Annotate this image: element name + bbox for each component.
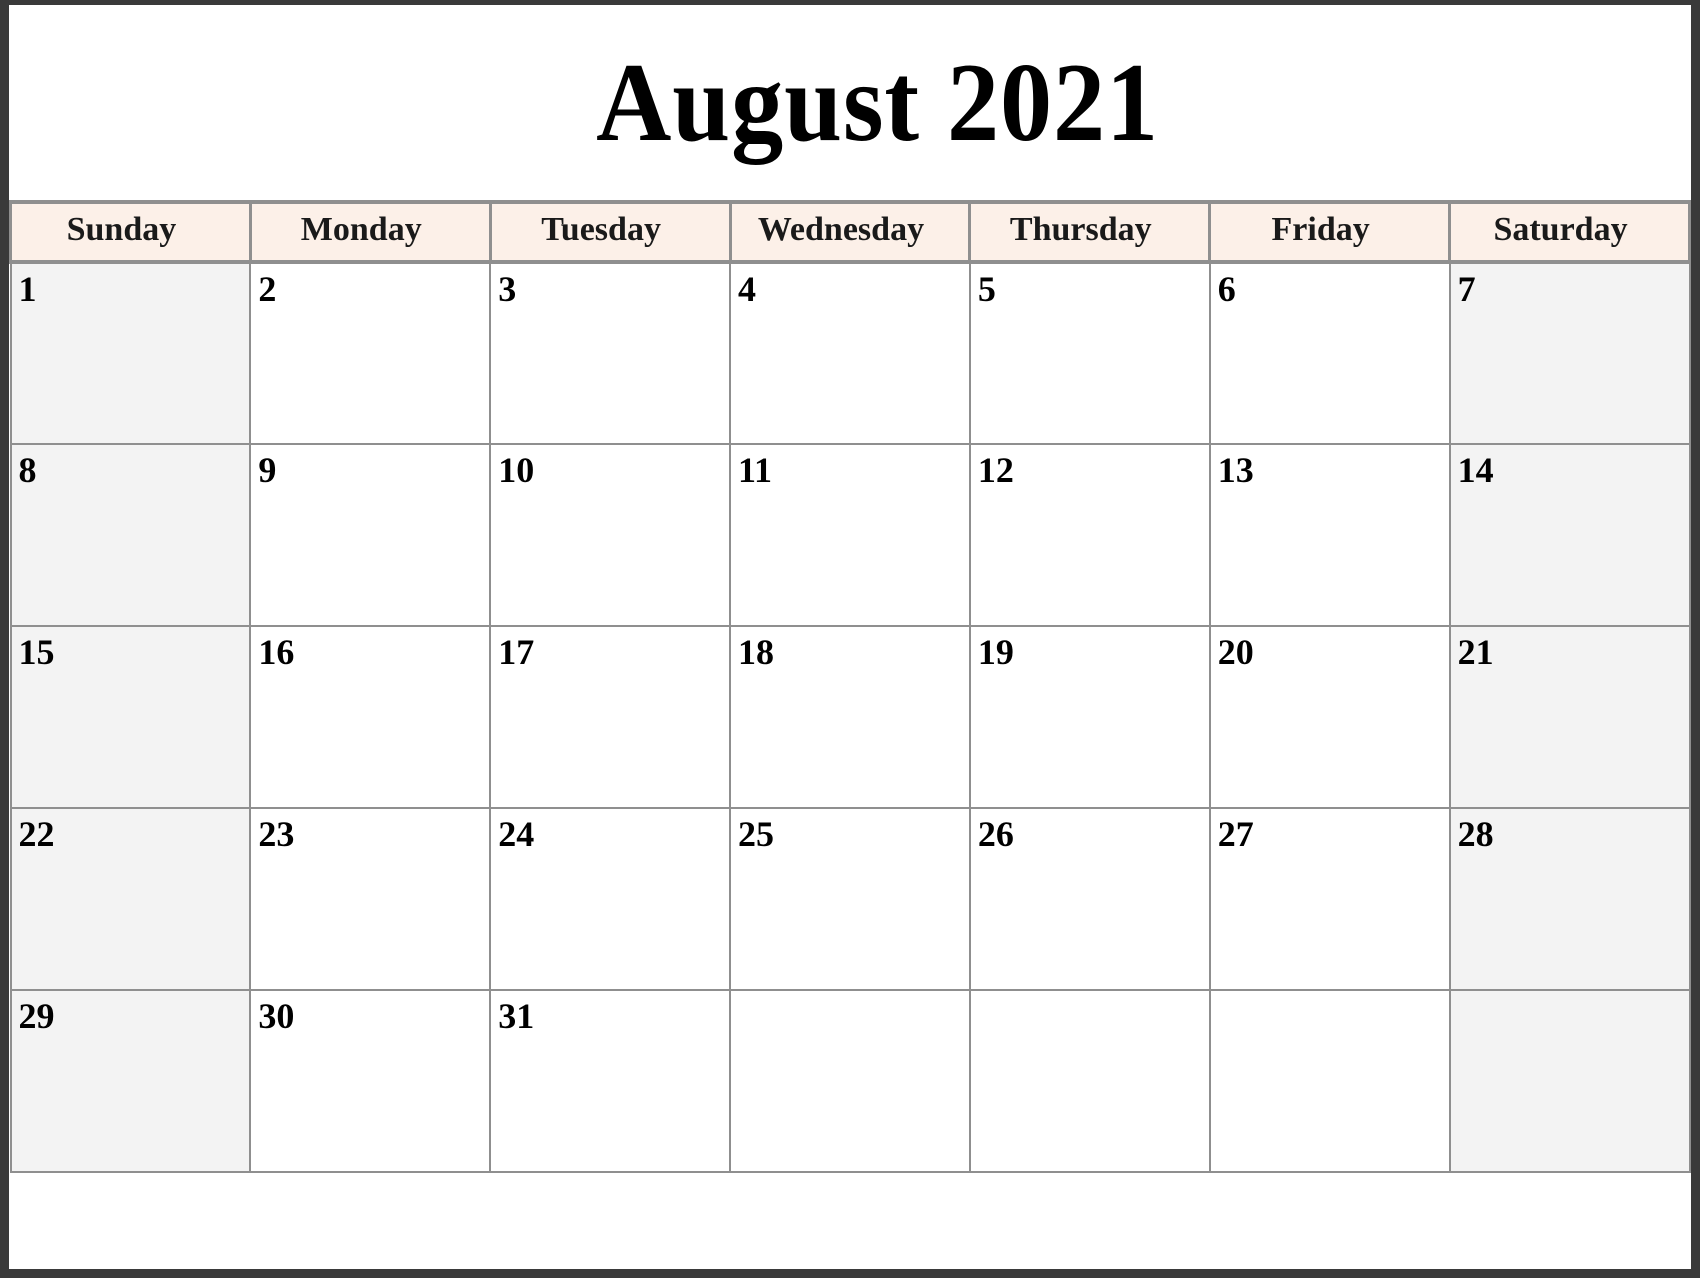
day-cell[interactable]: 14 (1448, 443, 1691, 627)
day-cell[interactable]: 25 (729, 807, 971, 991)
day-cell[interactable] (1448, 989, 1691, 1173)
page-title: August 2021 (596, 40, 1160, 165)
day-number: 19 (977, 632, 1014, 672)
day-cell[interactable]: 5 (968, 261, 1211, 445)
day-number: 6 (1217, 269, 1236, 309)
day-cell[interactable]: 18 (729, 625, 971, 809)
day-cell[interactable]: 19 (968, 625, 1211, 809)
day-cell[interactable]: 29 (9, 989, 252, 1173)
day-number: 14 (1457, 450, 1494, 490)
day-cell[interactable]: 23 (249, 807, 492, 991)
day-number: 7 (1457, 269, 1476, 309)
day-number: 24 (498, 814, 535, 854)
day-number: 1 (18, 269, 37, 309)
day-number: 9 (258, 450, 277, 490)
weekday-header-monday: Monday (248, 200, 492, 264)
day-cell[interactable] (968, 989, 1211, 1173)
weekday-header-wednesday: Wednesday (728, 200, 972, 264)
day-cell[interactable]: 16 (249, 625, 492, 809)
calendar-week-row: 1 2 3 4 5 6 7 (9, 261, 1691, 445)
weekday-header-sunday: Sunday (9, 200, 252, 264)
calendar-week-row: 8 9 10 11 12 13 14 (9, 443, 1691, 627)
calendar-week-row: 22 23 24 25 26 27 28 (9, 807, 1691, 991)
weekday-header-tuesday: Tuesday (488, 200, 732, 264)
day-number: 4 (738, 269, 757, 309)
day-number: 15 (18, 632, 55, 672)
day-number: 28 (1457, 814, 1494, 854)
day-cell[interactable]: 10 (489, 443, 732, 627)
calendar-body: 1 2 3 4 5 6 7 8 9 10 11 12 13 14 15 16 1… (9, 261, 1691, 1173)
day-number: 10 (498, 450, 535, 490)
calendar-grid: Sunday Monday Tuesday Wednesday Thursday… (9, 200, 1691, 1173)
day-cell[interactable]: 6 (1208, 261, 1451, 445)
day-cell[interactable]: 24 (489, 807, 732, 991)
day-number: 22 (18, 814, 55, 854)
day-number: 13 (1217, 450, 1254, 490)
day-number: 5 (977, 269, 996, 309)
day-cell[interactable]: 13 (1208, 443, 1451, 627)
day-number: 29 (18, 996, 55, 1036)
day-cell[interactable]: 27 (1208, 807, 1451, 991)
day-number: 11 (738, 450, 773, 490)
day-cell[interactable] (729, 989, 971, 1173)
weekday-header-saturday: Saturday (1448, 200, 1691, 264)
day-cell[interactable]: 15 (9, 625, 252, 809)
day-cell[interactable]: 21 (1448, 625, 1691, 809)
day-number: 8 (18, 450, 37, 490)
day-number: 27 (1217, 814, 1254, 854)
day-cell[interactable]: 26 (968, 807, 1211, 991)
day-number: 12 (977, 450, 1014, 490)
day-number: 21 (1457, 632, 1494, 672)
day-cell[interactable]: 9 (249, 443, 492, 627)
day-cell[interactable]: 22 (9, 807, 252, 991)
day-cell[interactable]: 4 (729, 261, 971, 445)
day-number: 17 (498, 632, 535, 672)
day-number: 31 (498, 996, 535, 1036)
day-number: 2 (258, 269, 277, 309)
day-cell[interactable]: 17 (489, 625, 732, 809)
day-number: 23 (258, 814, 295, 854)
day-cell[interactable]: 3 (489, 261, 732, 445)
day-number: 26 (977, 814, 1014, 854)
day-cell[interactable]: 8 (9, 443, 252, 627)
day-cell[interactable]: 11 (729, 443, 971, 627)
calendar-title-band: August 2021 (9, 5, 1691, 200)
day-cell[interactable]: 1 (9, 261, 252, 445)
day-cell[interactable]: 28 (1448, 807, 1691, 991)
weekday-header-row: Sunday Monday Tuesday Wednesday Thursday… (9, 200, 1691, 264)
day-cell[interactable]: 20 (1208, 625, 1451, 809)
day-number: 20 (1217, 632, 1254, 672)
weekday-header-thursday: Thursday (968, 200, 1212, 264)
day-cell[interactable] (1208, 989, 1451, 1173)
day-cell[interactable]: 2 (249, 261, 492, 445)
day-number: 18 (738, 632, 775, 672)
calendar-frame: August 2021 Sunday Monday Tuesday Wednes… (0, 0, 1700, 1278)
day-cell[interactable]: 12 (968, 443, 1211, 627)
day-number: 30 (258, 996, 295, 1036)
day-cell[interactable]: 31 (489, 989, 732, 1173)
day-cell[interactable]: 7 (1448, 261, 1691, 445)
calendar-week-row: 29 30 31 (9, 989, 1691, 1173)
day-number: 3 (498, 269, 517, 309)
calendar-week-row: 15 16 17 18 19 20 21 (9, 625, 1691, 809)
day-cell[interactable]: 30 (249, 989, 492, 1173)
day-number: 25 (738, 814, 775, 854)
weekday-header-friday: Friday (1208, 200, 1452, 264)
day-number: 16 (258, 632, 295, 672)
